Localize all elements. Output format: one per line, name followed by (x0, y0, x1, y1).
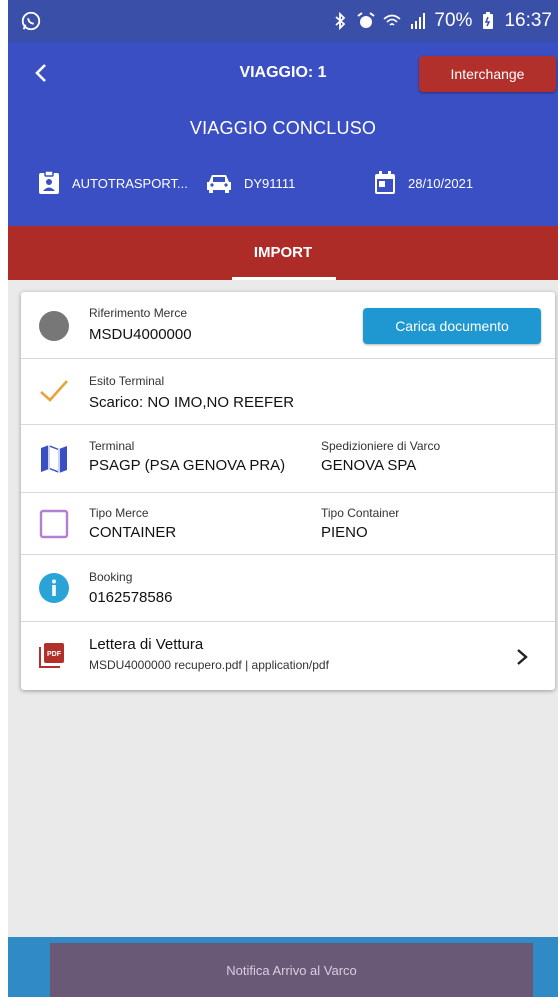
trip-header: VIAGGIO: 1 Interchange VIAGGIO CONCLUSO … (8, 42, 558, 226)
row-riferimento-merce: Riferimento Merce MSDU4000000 Carica doc… (21, 292, 555, 359)
map-icon (41, 445, 67, 473)
chevron-right-icon (517, 649, 528, 665)
pdf-icon: PDF (39, 643, 64, 668)
tab-import[interactable]: IMPORT (8, 244, 558, 261)
tipo-merce-label: Tipo Merce (89, 506, 149, 520)
whatsapp-icon (21, 11, 41, 31)
trip-date: 28/10/2021 (408, 175, 474, 191)
tipo-merce-value: CONTAINER (89, 524, 177, 541)
bluetooth-icon (335, 11, 346, 31)
checkbox-icon (39, 509, 69, 539)
esito-label: Esito Terminal (89, 374, 165, 388)
row-esito-terminal: Esito Terminal Scarico: NO IMO,NO REEFER (21, 359, 555, 425)
lettera-subtitle: MSDU4000000 recupero.pdf | application/p… (89, 658, 329, 672)
carrier-name: AUTOTRASPORT... (72, 175, 188, 191)
vehicle-plate: DY91111 (244, 175, 296, 191)
terminal-label: Terminal (89, 439, 135, 453)
trip-status: VIAGGIO CONCLUSO (189, 118, 377, 138)
battery-percent: 70% (434, 10, 473, 31)
check-icon (40, 380, 68, 402)
status-dot-icon (39, 311, 69, 341)
details-card: Riferimento Merce MSDU4000000 Carica doc… (21, 292, 555, 690)
booking-label: Booking (89, 570, 133, 584)
carrier-info: AUTOTRASPORT... (38, 166, 188, 200)
date-info: 28/10/2021 (374, 166, 473, 200)
calendar-icon (375, 171, 395, 194)
booking-value: 0162578586 (89, 589, 173, 606)
car-icon (207, 175, 231, 193)
wifi-icon (383, 14, 401, 26)
row-tipo-merce: Tipo Merce CONTAINER Tipo Container PIEN… (21, 493, 555, 555)
svg-text:PDF: PDF (47, 651, 62, 658)
tab-indicator (232, 277, 336, 280)
terminal-value: PSAGP (PSA GENOVA PRA) (89, 457, 286, 474)
row-lettera-di-vettura[interactable]: PDF Lettera di Vettura MSDU4000000 recup… (21, 622, 555, 690)
plate-info: DY91111 (206, 166, 295, 200)
esito-value: Scarico: NO IMO,NO REEFER (89, 394, 295, 411)
row-booking: Booking 0162578586 (21, 555, 555, 622)
tipo-container-value: PIENO (321, 524, 368, 541)
status-bar: 70% 16:37 (8, 0, 558, 42)
spedizioniere-label: Spedizioniere di Varco (321, 439, 441, 453)
tipo-container-label: Tipo Container (321, 506, 400, 520)
riferimento-value: MSDU4000000 (89, 326, 192, 343)
clock: 16:37 (504, 10, 552, 31)
battery-icon (483, 12, 494, 29)
spedizioniere-value: GENOVA SPA (321, 457, 417, 474)
tab-bar: IMPORT (8, 226, 558, 280)
app-screen: 70% 16:37 VIAGGIO: 1 Interchange VIAGGIO… (8, 0, 558, 997)
alarm-icon (357, 12, 376, 28)
riferimento-label: Riferimento Merce (89, 306, 188, 320)
row-terminal: Terminal PSAGP (PSA GENOVA PRA) Spedizio… (21, 425, 555, 493)
info-icon (39, 573, 69, 603)
notifica-arrivo-button[interactable]: Notifica Arrivo al Varco (50, 943, 533, 997)
carica-documento-button[interactable]: Carica documento (363, 308, 541, 344)
signal-icon (411, 13, 426, 29)
lettera-title: Lettera di Vettura (89, 636, 204, 653)
interchange-button[interactable]: Interchange (419, 56, 556, 92)
badge-icon (39, 171, 59, 194)
